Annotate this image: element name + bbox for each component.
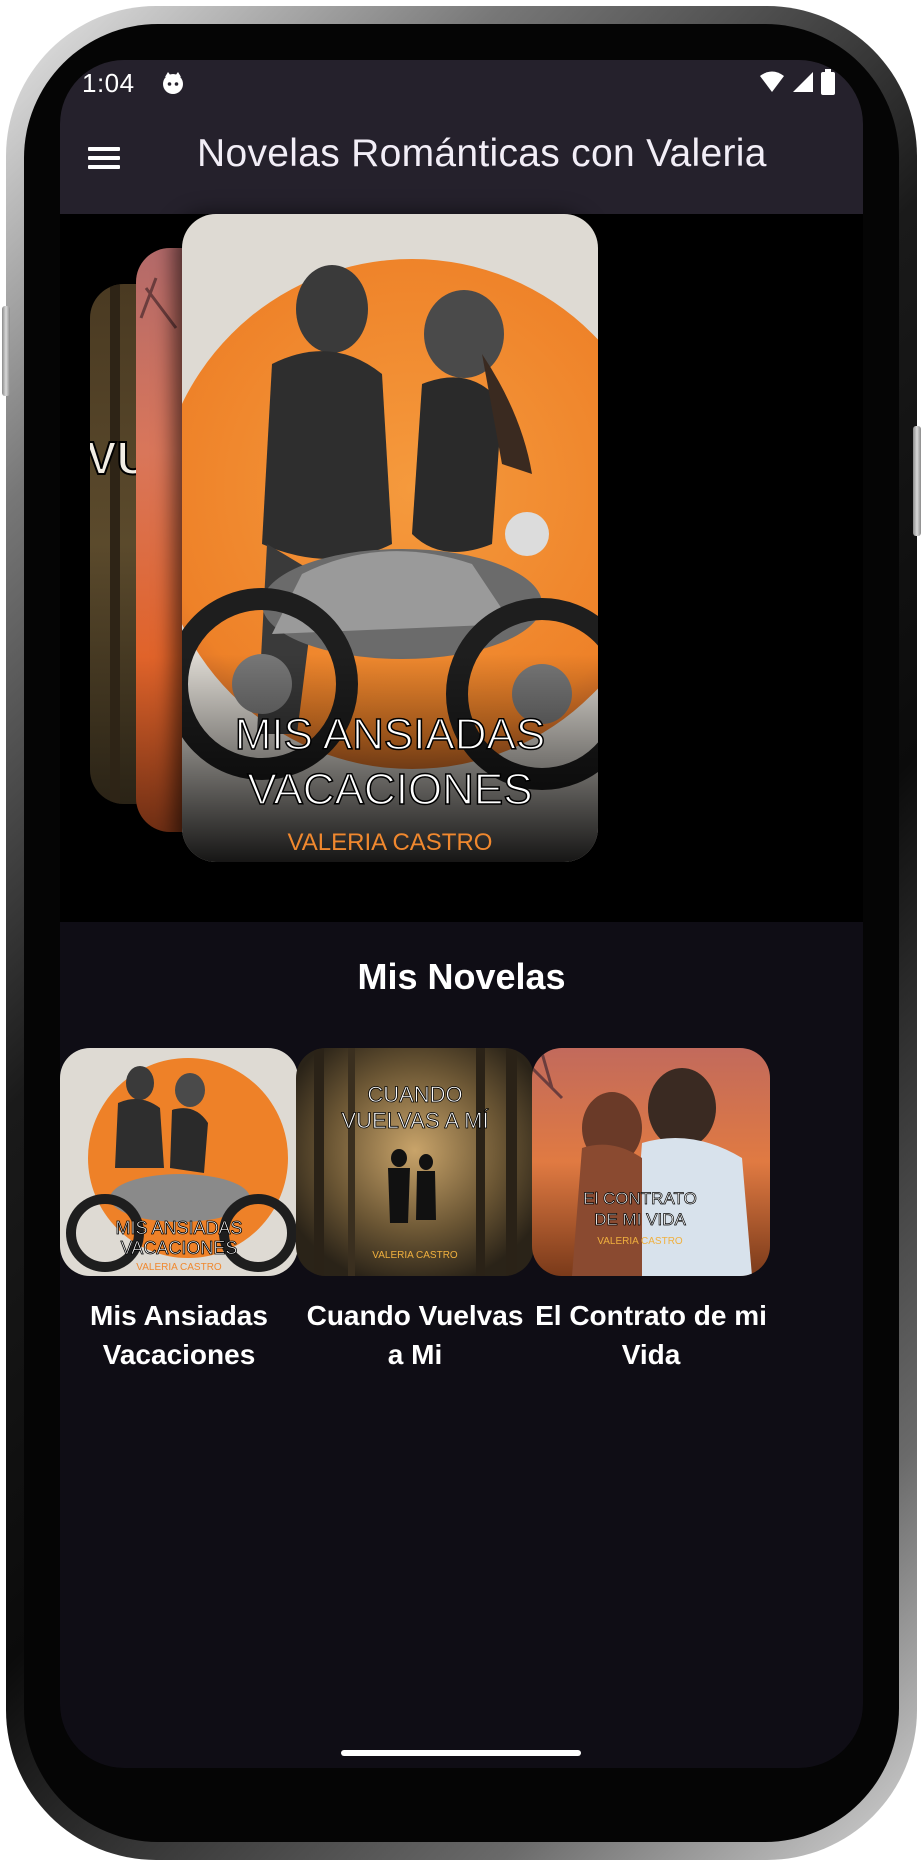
novel-item[interactable]: MIS ANSIADAS VACACIONES VALERIA CASTRO M…: [60, 1048, 298, 1374]
cover-title-line2: VACACIONES: [121, 1238, 238, 1258]
status-icons: [759, 68, 835, 96]
novel-cover[interactable]: El CONTRATO DE MI VIDA VALERIA CASTRO: [532, 1048, 770, 1276]
motorcycle-couple-cover-image: MIS ANSIADAS VACACIONES VALERIA CASTRO: [60, 1048, 298, 1276]
novel-title: Cuando Vuelvas a Mi: [306, 1300, 524, 1370]
novel-title: El Contrato de mi Vida: [535, 1300, 767, 1370]
wifi-icon: [760, 71, 784, 92]
cover-title-line2: DE MI VIDA: [594, 1210, 686, 1229]
top-bar: 1:04 Novelas Románticas con Valeria: [60, 60, 863, 214]
gesture-bar[interactable]: [341, 1750, 581, 1756]
cover-title-line2: VUELVAS A MÍ: [341, 1108, 489, 1133]
status-time: 1:04: [82, 68, 135, 98]
front-card-author: VALERIA CASTRO: [288, 829, 493, 856]
front-card-title-line1: MIS ANSIADAS: [235, 710, 546, 759]
my-novels-section: Mis Novelas MIS ANSIADAS VACACIONES VALE…: [60, 922, 863, 1768]
sunset-couple-cover-image: El CONTRATO DE MI VIDA VALERIA CASTRO: [532, 1048, 770, 1276]
novel-title: Mis Ansiadas Vacaciones: [90, 1300, 268, 1370]
app-bar: Novelas Románticas con Valeria: [60, 104, 863, 214]
menu-icon-line: [88, 156, 120, 160]
app-title: Novelas Románticas con Valeria: [197, 132, 767, 175]
forest-couple-cover-image: CUANDO VUELVAS A MÍ VALERIA CASTRO: [296, 1048, 534, 1276]
novel-cover[interactable]: MIS ANSIADAS VACACIONES VALERIA CASTRO: [60, 1048, 298, 1276]
status-bar: 1:04: [60, 60, 863, 104]
novel-cover[interactable]: CUANDO VUELVAS A MÍ VALERIA CASTRO: [296, 1048, 534, 1276]
cover-title-line1: CUANDO: [367, 1082, 462, 1107]
side-button-left: [2, 306, 10, 396]
novel-item[interactable]: CUANDO VUELVAS A MÍ VALERIA CASTRO Cuand…: [296, 1048, 534, 1374]
side-button-right: [913, 426, 921, 536]
menu-button[interactable]: [86, 140, 122, 176]
menu-icon-line: [88, 165, 120, 169]
screen: 1:04 Novelas Románticas con Valeria VU M…: [60, 60, 863, 1768]
cover-title-line1: El CONTRATO: [583, 1189, 697, 1208]
carousel-card-front[interactable]: MIS ANSIADAS VACACIONES VALERIA CASTRO: [182, 214, 598, 862]
cover-author: VALERIA CASTRO: [136, 1262, 222, 1273]
cover-title-line1: MIS ANSIADAS: [115, 1218, 242, 1238]
front-card-title-line2: VACACIONES: [247, 765, 532, 814]
section-title: Mis Novelas: [357, 956, 566, 997]
menu-icon-line: [88, 147, 120, 151]
featured-carousel[interactable]: VU MIS ANSIADAS VACACIONES VALERIA CASTR…: [60, 214, 863, 922]
signal-icon: [793, 72, 813, 92]
motorcycle-couple-cover-image: MIS ANSIADAS VACACIONES VALERIA CASTRO: [182, 214, 598, 862]
cover-author: VALERIA CASTRO: [372, 1250, 458, 1261]
cat-notification-icon: [163, 72, 183, 94]
novel-item[interactable]: El CONTRATO DE MI VIDA VALERIA CASTRO El…: [532, 1048, 770, 1374]
cover-author: VALERIA CASTRO: [597, 1236, 683, 1247]
battery-icon: [821, 69, 835, 95]
